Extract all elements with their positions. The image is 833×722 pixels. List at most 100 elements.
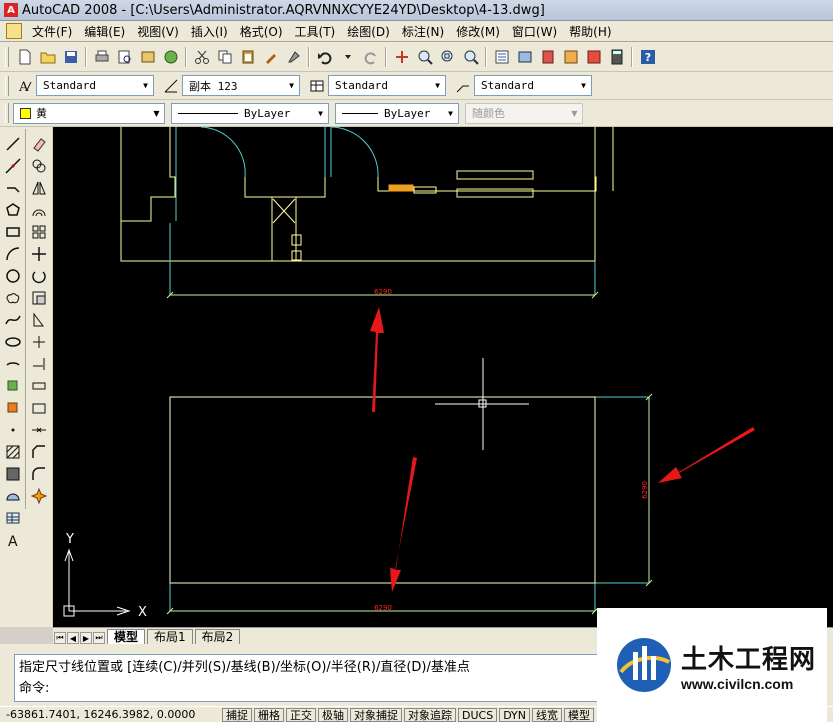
revision-cloud-icon[interactable] (3, 287, 23, 309)
print-icon[interactable] (91, 46, 112, 67)
chevron-down-icon[interactable]: ▼ (443, 104, 458, 123)
multileader-style-icon[interactable] (452, 75, 473, 96)
stretch-icon[interactable] (29, 309, 49, 331)
multileader-style-select[interactable]: Standard ▼ (474, 75, 592, 96)
document-icon[interactable] (6, 23, 22, 39)
open-folder-icon[interactable] (37, 46, 58, 67)
sheet-set-icon[interactable] (560, 46, 581, 67)
chevron-down-icon[interactable]: ▼ (430, 76, 445, 95)
chamfer-icon[interactable] (29, 441, 49, 463)
ellipse-arc-icon[interactable] (3, 353, 23, 375)
print-preview-icon[interactable] (114, 46, 135, 67)
menu-draw[interactable]: 绘图(D) (341, 23, 396, 40)
insert-block-icon[interactable] (3, 375, 23, 397)
extend-icon[interactable] (29, 353, 49, 375)
snap-toggle[interactable]: 捕捉 (222, 707, 252, 722)
tab-layout2[interactable]: 布局2 (194, 629, 241, 644)
chevron-down-icon[interactable]: ▼ (149, 104, 164, 123)
new-file-icon[interactable] (14, 46, 35, 67)
lineweight-select[interactable]: ByLayer ▼ (335, 102, 459, 124)
table-style-icon[interactable] (306, 75, 327, 96)
spline-icon[interactable] (3, 309, 23, 331)
copy-icon[interactable] (214, 46, 235, 67)
dim-style-select[interactable]: 副本 123 ▼ (182, 75, 300, 96)
chevron-down-icon[interactable]: ▼ (284, 76, 299, 95)
text-style-select[interactable]: Standard ▼ (36, 75, 154, 96)
tab-layout1[interactable]: 布局1 (147, 629, 193, 644)
menu-format[interactable]: 格式(O) (234, 23, 289, 40)
menu-dimension[interactable]: 标注(N) (396, 23, 450, 40)
point-icon[interactable] (3, 419, 23, 441)
break-icon[interactable] (29, 397, 49, 419)
menu-help[interactable]: 帮助(H) (563, 23, 617, 40)
cut-icon[interactable] (191, 46, 212, 67)
ortho-toggle[interactable]: 正交 (286, 707, 316, 722)
undo-icon[interactable] (314, 46, 335, 67)
menu-view[interactable]: 视图(V) (131, 23, 185, 40)
make-block-icon[interactable] (3, 397, 23, 419)
tab-model[interactable]: 模型 (107, 629, 146, 644)
next-tab-icon[interactable]: ▶ (80, 632, 92, 644)
menu-edit[interactable]: 编辑(E) (78, 23, 131, 40)
break-at-point-icon[interactable] (29, 375, 49, 397)
explode-icon[interactable] (29, 485, 49, 507)
pan-realtime-icon[interactable] (391, 46, 412, 67)
dyn-toggle[interactable]: DYN (499, 707, 531, 722)
menu-file[interactable]: 文件(F) (26, 23, 78, 40)
menu-window[interactable]: 窗口(W) (506, 23, 563, 40)
help-icon[interactable]: ? (637, 46, 658, 67)
line-icon[interactable] (3, 133, 23, 155)
array-icon[interactable] (29, 221, 49, 243)
gradient-icon[interactable] (3, 463, 23, 485)
fillet-icon[interactable] (29, 463, 49, 485)
prev-tab-icon[interactable]: ◀ (67, 632, 79, 644)
linetype-select[interactable]: ByLayer ▼ (171, 102, 329, 124)
markup-set-icon[interactable] (583, 46, 604, 67)
ellipse-icon[interactable] (3, 331, 23, 353)
dim-style-icon[interactable] (160, 75, 181, 96)
design-center-icon[interactable] (514, 46, 535, 67)
first-tab-icon[interactable]: ⏮ (54, 632, 66, 644)
circle-icon[interactable] (3, 265, 23, 287)
rotate-icon[interactable] (29, 265, 49, 287)
zoom-window-icon[interactable] (437, 46, 458, 67)
join-icon[interactable] (29, 419, 49, 441)
last-tab-icon[interactable]: ⏭ (93, 632, 105, 644)
mirror-icon[interactable] (29, 177, 49, 199)
chevron-down-icon[interactable]: ▼ (576, 76, 591, 95)
polar-toggle[interactable]: 极轴 (318, 707, 348, 722)
paste-icon[interactable] (237, 46, 258, 67)
match-properties-icon[interactable] (260, 46, 281, 67)
menu-modify[interactable]: 修改(M) (450, 23, 506, 40)
publish-icon[interactable] (137, 46, 158, 67)
trim-icon[interactable] (29, 331, 49, 353)
lineweight-toggle[interactable]: 线宽 (532, 707, 563, 722)
zoom-previous-icon[interactable] (460, 46, 481, 67)
erase-icon[interactable] (29, 133, 49, 155)
color-select[interactable]: 黄 ▼ (13, 102, 165, 124)
block-editor-icon[interactable] (283, 46, 304, 67)
arc-icon[interactable] (3, 243, 23, 265)
move-icon[interactable] (29, 243, 49, 265)
model-toggle[interactable]: 模型 (564, 707, 595, 722)
command-input-line[interactable]: 命令: (19, 678, 607, 699)
properties-icon[interactable] (491, 46, 512, 67)
zoom-realtime-icon[interactable] (414, 46, 435, 67)
toolbar-grip[interactable] (5, 103, 9, 123)
calculator-icon[interactable] (606, 46, 627, 67)
chevron-down-icon[interactable]: ▼ (138, 76, 153, 95)
toolbar-grip[interactable] (5, 75, 9, 96)
offset-icon[interactable] (29, 199, 49, 221)
command-history[interactable]: 指定尺寸线位置或 [连续(C)/并列(S)/基线(B)/坐标(O)/半径(R)/… (14, 654, 612, 702)
otrack-toggle[interactable]: 对象追踪 (404, 707, 456, 722)
polygon-icon[interactable] (3, 199, 23, 221)
chevron-down-icon[interactable]: ▼ (313, 104, 328, 123)
3d-dwf-icon[interactable] (160, 46, 181, 67)
drawing-canvas[interactable]: 6290 6290 6290 Y X (53, 127, 833, 627)
osnap-toggle[interactable]: 对象捕捉 (350, 707, 402, 722)
hatch-icon[interactable] (3, 441, 23, 463)
copy-object-icon[interactable] (29, 155, 49, 177)
table-style-select[interactable]: Standard ▼ (328, 75, 446, 96)
ducs-toggle[interactable]: DUCS (458, 707, 498, 722)
polyline-icon[interactable] (3, 177, 23, 199)
